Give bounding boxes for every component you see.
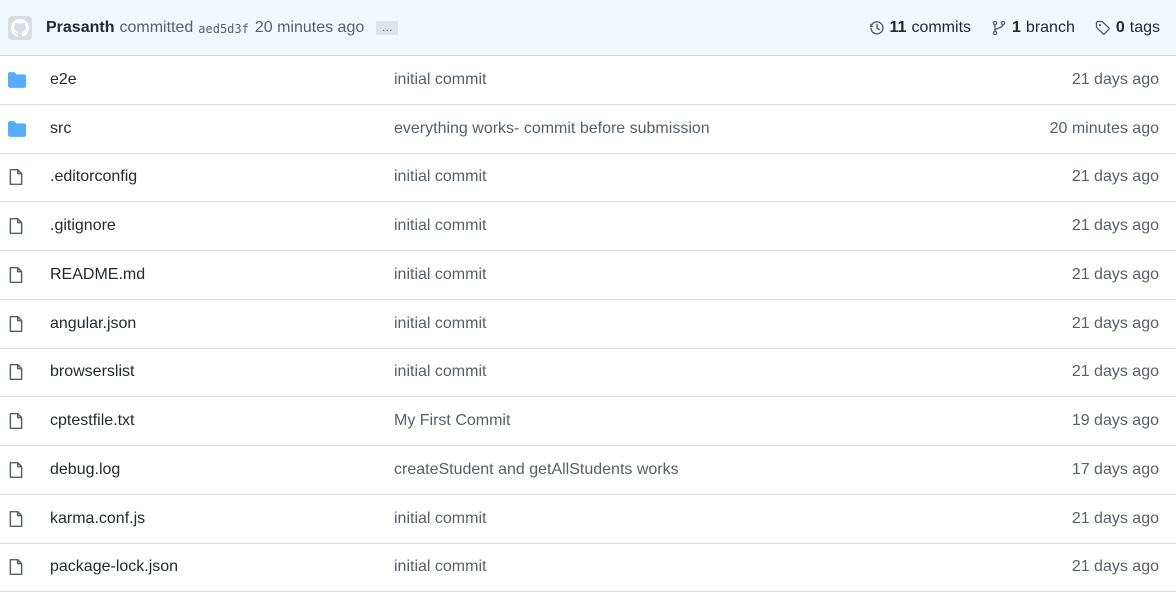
tags-link[interactable]: 0 tags [1095,19,1160,37]
commit-age: 19 days ago [1072,412,1159,430]
file-name[interactable]: karma.conf.js [50,510,394,528]
file-name[interactable]: README.md [50,266,394,284]
file-icon [7,510,27,528]
file-row-browserslist[interactable]: browserslist initial commit 21 days ago [0,349,1176,398]
file-row-karma-conf-js[interactable]: karma.conf.js initial commit 21 days ago [0,495,1176,544]
folder-icon [7,120,27,138]
commit-message[interactable]: initial commit [394,363,1072,381]
commits-link[interactable]: 11 commits [869,19,971,37]
commit-sha[interactable]: aed5d3f [198,22,249,36]
commit-message[interactable]: initial commit [394,558,1072,576]
branch-label: branch [1026,19,1075,37]
avatar[interactable] [8,16,32,40]
git-branch-icon [991,20,1007,36]
commit-message[interactable]: initial commit [394,168,1072,186]
commit-message[interactable]: createStudent and getAllStudents works [394,461,1072,479]
file-icon [7,168,27,186]
commits-label: commits [911,19,971,37]
commit-age: 17 days ago [1072,461,1159,479]
tags-count: 0 [1116,19,1125,37]
file-icon [7,558,27,576]
commit-age: 20 minutes ago [1050,120,1159,138]
commit-message[interactable]: initial commit [394,71,1072,89]
file-icon [7,315,27,333]
commit-verb: committed [119,19,193,37]
file-row-src[interactable]: src everything works- commit before subm… [0,105,1176,154]
file-name[interactable]: browserslist [50,363,394,381]
commit-age: 21 days ago [1072,363,1159,381]
commit-time: 20 minutes ago [255,19,364,37]
commit-age: 21 days ago [1072,558,1159,576]
file-row-editorconfig[interactable]: .editorconfig initial commit 21 days ago [0,154,1176,203]
file-row-cptestfile-txt[interactable]: cptestfile.txt My First Commit 19 days a… [0,397,1176,446]
github-mark-icon [11,19,29,37]
file-icon [7,461,27,479]
commit-message[interactable]: initial commit [394,315,1072,333]
commit-message[interactable]: initial commit [394,266,1072,284]
tags-label: tags [1130,19,1160,37]
expand-commit-message-button[interactable]: … [376,21,398,35]
file-icon [7,217,27,235]
file-icon [7,363,27,381]
commit-message[interactable]: My First Commit [394,412,1072,430]
commit-age: 21 days ago [1072,315,1159,333]
commit-message[interactable]: initial commit [394,510,1072,528]
commit-age: 21 days ago [1072,168,1159,186]
file-icon [7,412,27,430]
file-list: e2e initial commit 21 days ago src every… [0,56,1176,592]
commit-author[interactable]: Prasanth [46,19,114,37]
file-name[interactable]: e2e [50,71,394,89]
file-name[interactable]: angular.json [50,315,394,333]
latest-commit-bar: Prasanth committed aed5d3f 20 minutes ag… [0,0,1176,56]
commit-message[interactable]: initial commit [394,217,1072,235]
file-row-angular-json[interactable]: angular.json initial commit 21 days ago [0,300,1176,349]
file-row-debug-log[interactable]: debug.log createStudent and getAllStuden… [0,446,1176,495]
file-name[interactable]: .editorconfig [50,168,394,186]
history-icon [869,20,885,36]
repo-stats: 11 commits 1 branch 0 tags [849,19,1160,37]
branch-count: 1 [1012,19,1021,37]
commit-age: 21 days ago [1072,266,1159,284]
file-name[interactable]: src [50,120,394,138]
file-row-gitignore[interactable]: .gitignore initial commit 21 days ago [0,202,1176,251]
file-name[interactable]: .gitignore [50,217,394,235]
file-icon [7,266,27,284]
file-name[interactable]: package-lock.json [50,558,394,576]
branch-link[interactable]: 1 branch [991,19,1075,37]
commits-count: 11 [890,19,907,37]
folder-icon [7,71,27,89]
file-row-readme-md[interactable]: README.md initial commit 21 days ago [0,251,1176,300]
file-name[interactable]: debug.log [50,461,394,479]
tag-icon [1095,20,1111,36]
file-row-e2e[interactable]: e2e initial commit 21 days ago [0,56,1176,105]
commit-message[interactable]: everything works- commit before submissi… [394,120,1050,138]
commit-age: 21 days ago [1072,510,1159,528]
file-name[interactable]: cptestfile.txt [50,412,394,430]
commit-age: 21 days ago [1072,217,1159,235]
commit-age: 21 days ago [1072,71,1159,89]
file-row-package-lock-json[interactable]: package-lock.json initial commit 21 days… [0,544,1176,592]
